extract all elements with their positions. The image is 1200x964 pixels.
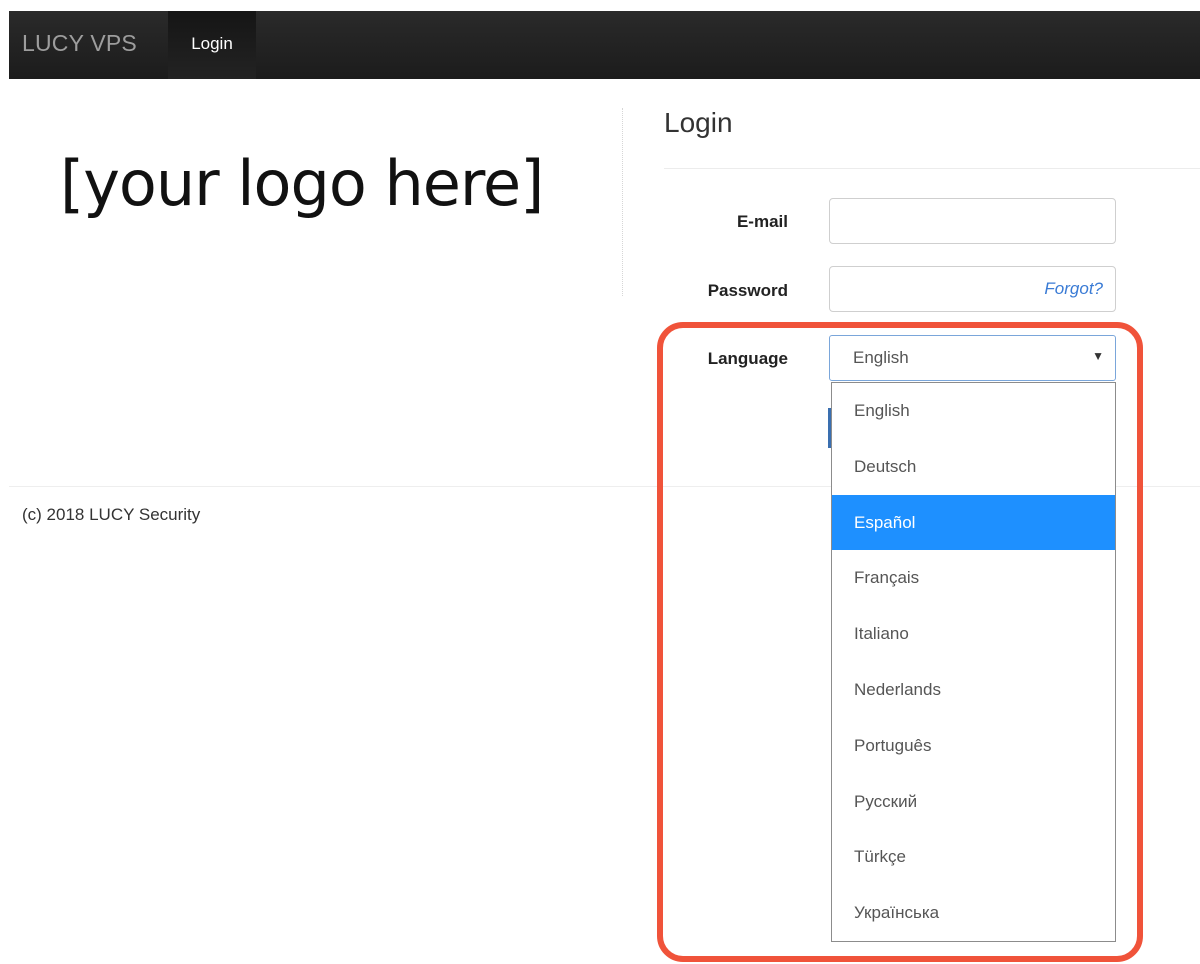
title-divider	[664, 168, 1200, 169]
language-option[interactable]: Українська	[832, 885, 1115, 941]
forgot-password-link[interactable]: Forgot?	[1044, 279, 1103, 299]
logo-placeholder: [your logo here]	[60, 147, 544, 220]
password-label: Password	[707, 281, 788, 300]
footer-copyright: (c) 2018 LUCY Security	[22, 505, 201, 524]
language-select-value: English	[853, 348, 909, 367]
language-dropdown-list: English Deutsch Español Français Italiano Ned…	[831, 382, 1116, 942]
language-label: Language	[707, 349, 788, 368]
language-option[interactable]: Español	[832, 494, 1115, 551]
language-select[interactable]: English ▼	[829, 335, 1116, 381]
language-option[interactable]: Deutsch	[832, 439, 1115, 495]
language-option[interactable]: Português	[832, 718, 1115, 774]
language-option[interactable]: Türkçe	[832, 829, 1115, 885]
top-navbar: LUCY VPS Login	[9, 11, 1200, 79]
language-option[interactable]: Italiano	[832, 606, 1115, 662]
language-option[interactable]: Nederlands	[832, 662, 1115, 718]
nav-item-login[interactable]: Login	[168, 11, 256, 79]
column-divider	[622, 108, 623, 296]
password-field[interactable]: Forgot?	[829, 266, 1116, 312]
language-option[interactable]: English	[832, 383, 1115, 439]
language-option[interactable]: Русский	[832, 774, 1115, 830]
email-label: E-mail	[736, 212, 788, 231]
language-option[interactable]: Français	[832, 550, 1115, 606]
chevron-down-icon: ▼	[1092, 349, 1104, 363]
page-title: Login	[664, 107, 733, 138]
brand-link[interactable]: LUCY VPS	[22, 30, 137, 57]
email-field[interactable]	[829, 198, 1116, 244]
